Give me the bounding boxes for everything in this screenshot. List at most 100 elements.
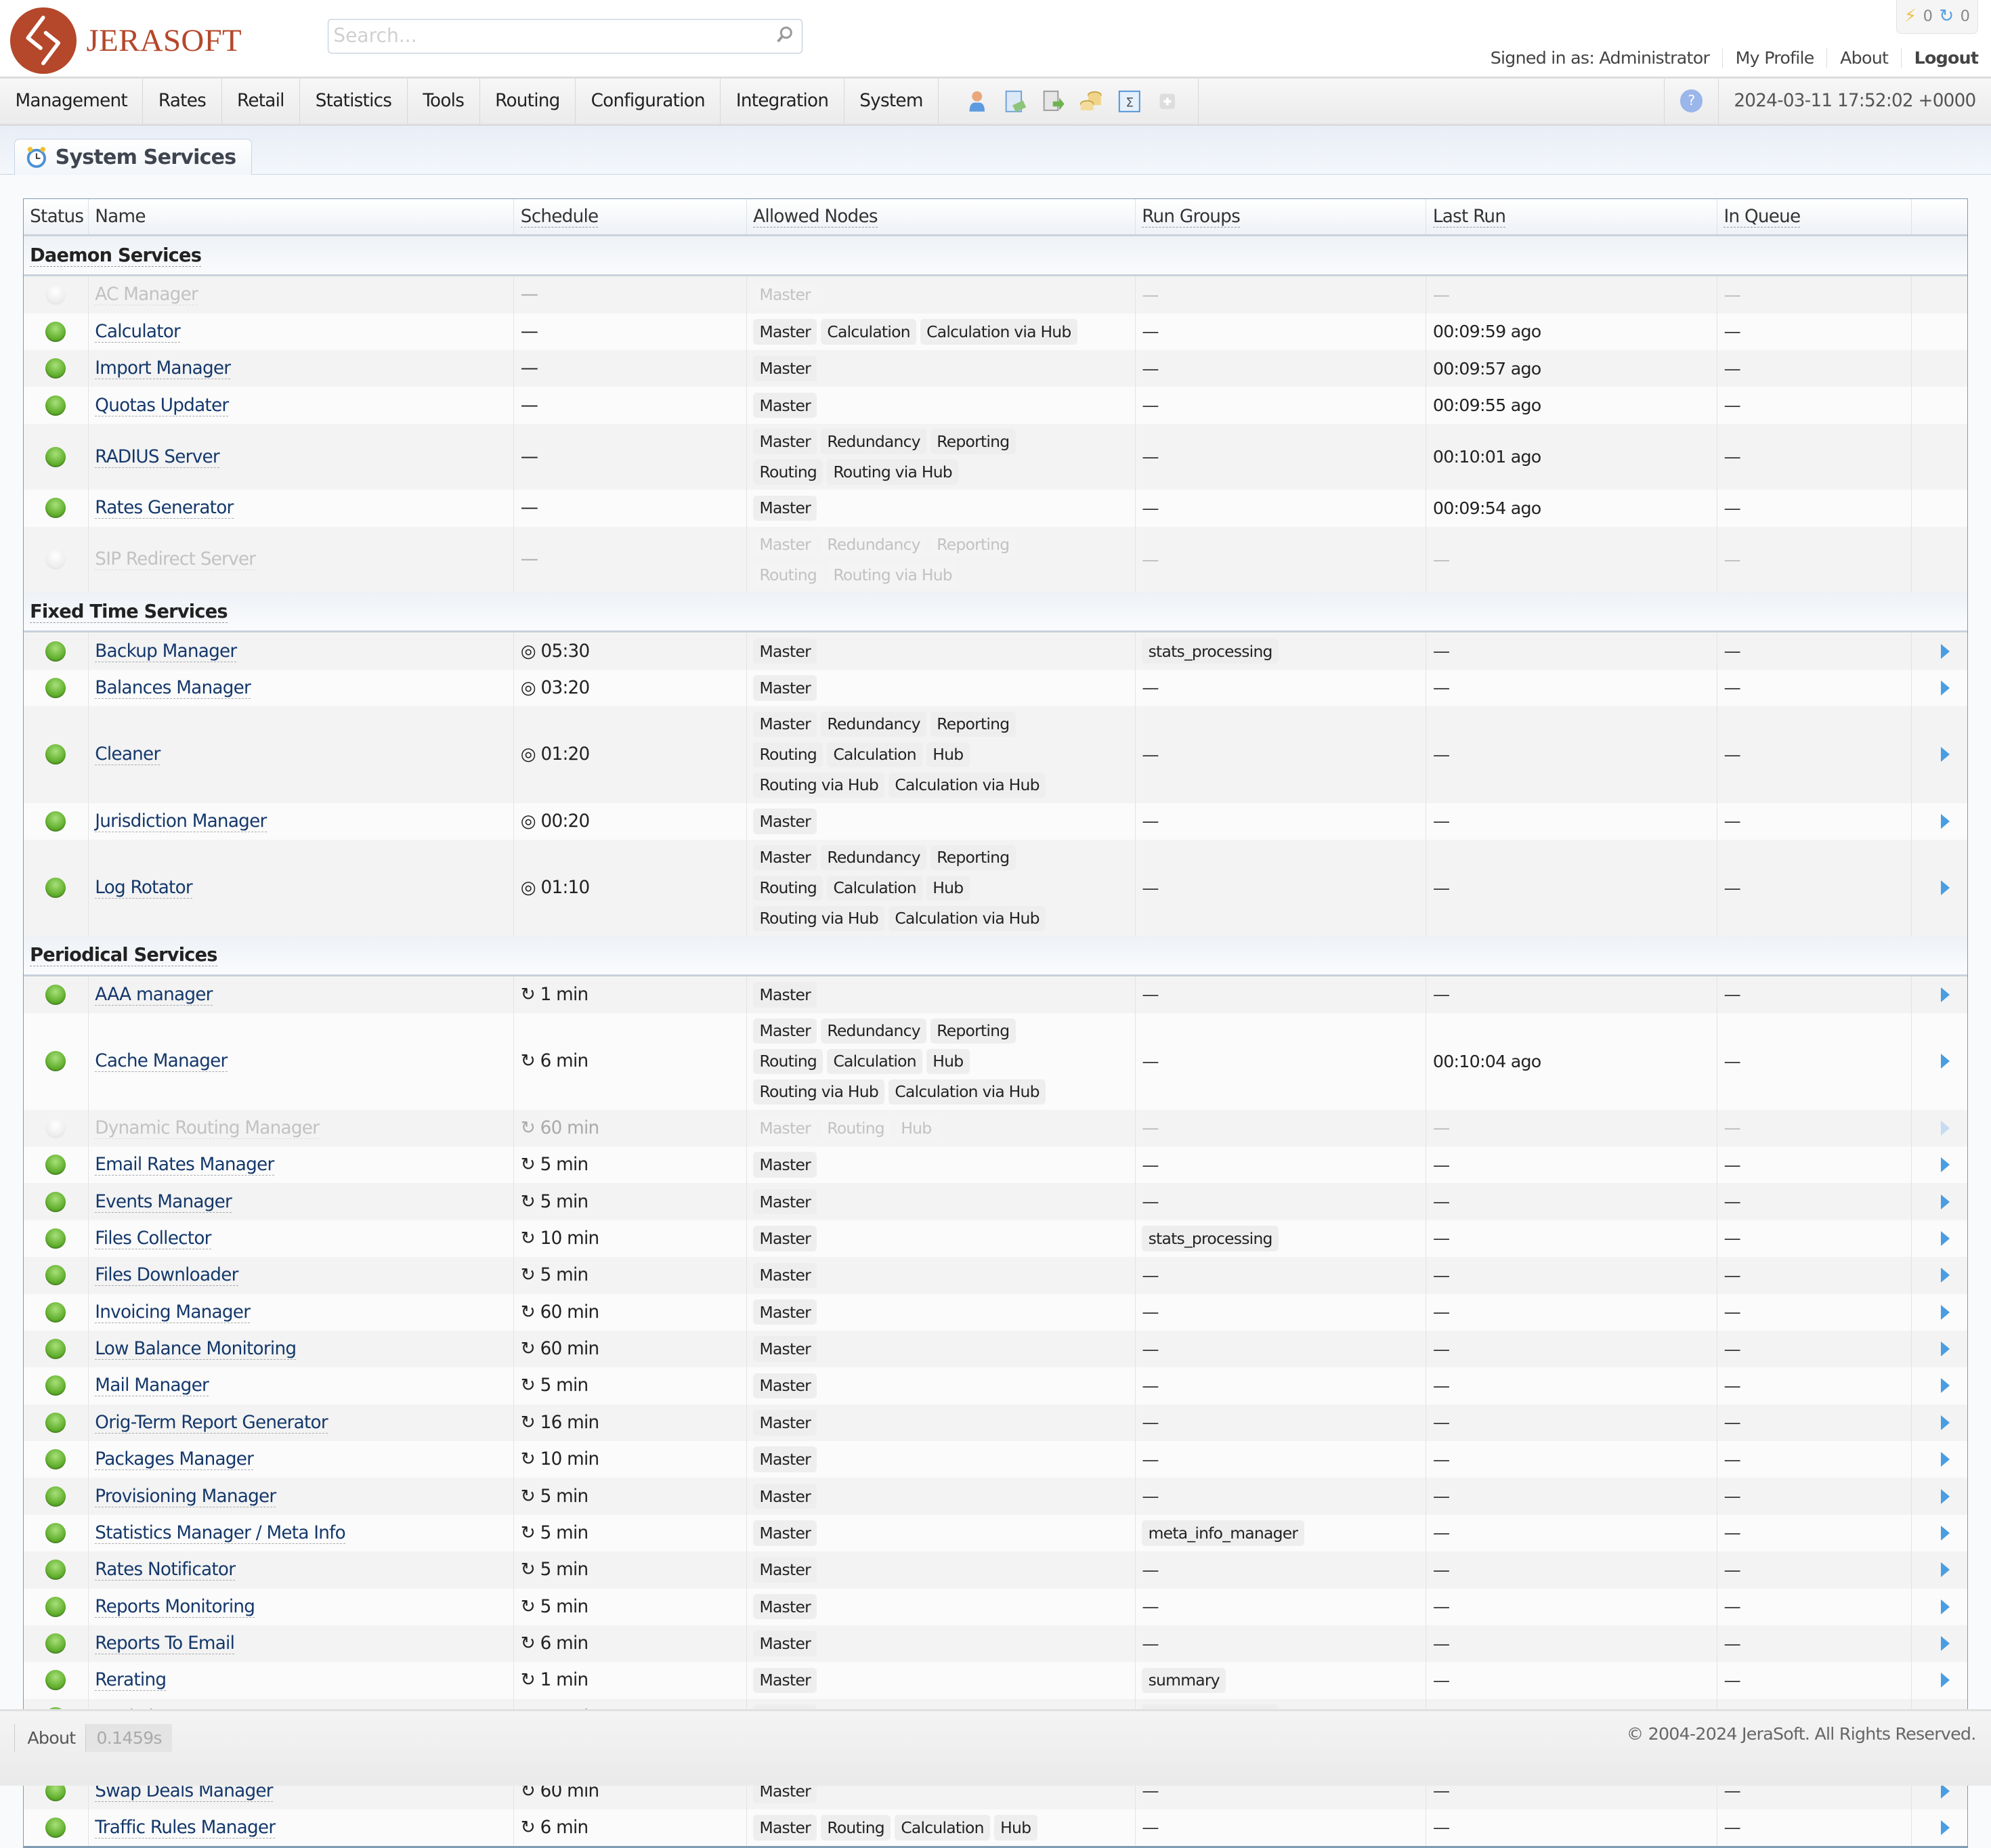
status-running-icon[interactable] — [45, 1302, 66, 1323]
run-service-arrow-icon[interactable] — [1941, 1562, 1950, 1577]
nav-rates[interactable]: Rates — [143, 79, 221, 125]
run-service-arrow-icon[interactable] — [1941, 1268, 1950, 1283]
service-name-link[interactable]: Statistics Manager / Meta Info — [95, 1523, 345, 1544]
status-running-icon[interactable] — [45, 1228, 66, 1249]
run-service-arrow-icon[interactable] — [1941, 1054, 1950, 1069]
run-service-arrow-icon[interactable] — [1941, 1341, 1950, 1356]
status-running-icon[interactable] — [45, 358, 66, 379]
status-running-icon[interactable] — [45, 1375, 66, 1396]
service-name-link[interactable]: Invoicing Manager — [95, 1302, 250, 1323]
status-running-icon[interactable] — [45, 498, 66, 518]
service-name-link[interactable]: Calculator — [95, 322, 180, 343]
run-service-arrow-icon[interactable] — [1941, 1415, 1950, 1430]
service-name-link[interactable]: Rates Generator — [95, 498, 233, 519]
status-running-icon[interactable] — [45, 1670, 66, 1690]
run-service-arrow-icon[interactable] — [1941, 1673, 1950, 1688]
status-running-icon[interactable] — [45, 1486, 66, 1507]
status-running-icon[interactable] — [45, 1818, 66, 1838]
service-name-link[interactable]: Email Rates Manager — [95, 1155, 274, 1176]
service-name-link[interactable]: Rerating — [95, 1670, 166, 1691]
service-name-link[interactable]: Quotas Updater — [95, 395, 228, 416]
col-in-queue[interactable]: In Queue — [1717, 199, 1912, 236]
sigma-report-icon[interactable]: Σ — [1117, 89, 1142, 114]
about-link[interactable]: About — [1826, 48, 1901, 68]
service-name-link[interactable]: Low Balance Monitoring — [95, 1339, 296, 1360]
service-name-link[interactable]: Orig-Term Report Generator — [95, 1413, 328, 1434]
nav-system[interactable]: System — [844, 79, 939, 125]
nav-retail[interactable]: Retail — [222, 79, 301, 125]
status-running-icon[interactable] — [45, 1597, 66, 1617]
status-running-icon[interactable] — [45, 811, 66, 832]
status-running-icon[interactable] — [45, 395, 66, 416]
nav-routing[interactable]: Routing — [480, 79, 576, 125]
status-running-icon[interactable] — [45, 641, 66, 662]
nav-statistics[interactable]: Statistics — [300, 79, 408, 125]
invoice-icon[interactable] — [1002, 89, 1028, 114]
run-service-arrow-icon[interactable] — [1941, 1231, 1950, 1246]
service-name-link[interactable]: Balances Manager — [95, 678, 251, 699]
status-running-icon[interactable] — [45, 1523, 66, 1543]
run-service-arrow-icon[interactable] — [1941, 1489, 1950, 1504]
service-name-link[interactable]: SIP Redirect Server — [95, 549, 255, 570]
status-running-icon[interactable] — [45, 1339, 66, 1359]
service-name-link[interactable]: Provisioning Manager — [95, 1486, 276, 1507]
nav-configuration[interactable]: Configuration — [576, 79, 721, 125]
search-icon[interactable] — [774, 25, 794, 45]
service-name-link[interactable]: Dynamic Routing Manager — [95, 1118, 319, 1139]
status-running-icon[interactable] — [45, 322, 66, 342]
service-name-link[interactable]: Cleaner — [95, 744, 160, 765]
coins-icon[interactable] — [1078, 89, 1104, 114]
status-running-icon[interactable] — [45, 1449, 66, 1469]
run-service-arrow-icon[interactable] — [1941, 987, 1950, 1002]
footer-about-link[interactable]: About — [14, 1724, 86, 1752]
status-running-icon[interactable] — [45, 1155, 66, 1175]
nav-integration[interactable]: Integration — [721, 79, 844, 125]
add-icon[interactable] — [1155, 89, 1180, 114]
user-icon[interactable] — [964, 89, 990, 114]
status-running-icon[interactable] — [45, 985, 66, 1005]
run-service-arrow-icon[interactable] — [1941, 747, 1950, 762]
run-service-arrow-icon[interactable] — [1941, 1599, 1950, 1614]
run-service-arrow-icon[interactable] — [1941, 1305, 1950, 1320]
status-stopped-icon[interactable] — [45, 1118, 66, 1138]
run-service-arrow-icon[interactable] — [1941, 1378, 1950, 1393]
run-service-arrow-icon[interactable] — [1941, 814, 1950, 829]
status-running-icon[interactable] — [45, 878, 66, 898]
section-title[interactable]: Periodical Services — [30, 945, 217, 966]
run-service-arrow-icon[interactable] — [1941, 1526, 1950, 1541]
status-running-icon[interactable] — [45, 1051, 66, 1071]
lightning-icon[interactable]: ⚡ — [1904, 6, 1917, 26]
service-name-link[interactable]: Traffic Rules Manager — [95, 1818, 275, 1839]
service-name-link[interactable]: Reports Monitoring — [95, 1597, 255, 1618]
status-running-icon[interactable] — [45, 1265, 66, 1285]
status-running-icon[interactable] — [45, 447, 66, 467]
run-service-arrow-icon[interactable] — [1941, 1157, 1950, 1172]
service-name-link[interactable]: Log Rotator — [95, 878, 192, 899]
service-name-link[interactable]: Reports To Email — [95, 1633, 234, 1654]
run-service-arrow-icon[interactable] — [1941, 644, 1950, 659]
service-name-link[interactable]: Mail Manager — [95, 1375, 209, 1396]
search-input[interactable] — [328, 20, 758, 51]
run-service-arrow-icon[interactable] — [1941, 1636, 1950, 1651]
my-profile-link[interactable]: My Profile — [1722, 48, 1827, 68]
col-last-run[interactable]: Last Run — [1426, 199, 1717, 236]
service-name-link[interactable]: Backup Manager — [95, 641, 236, 662]
section-title[interactable]: Fixed Time Services — [30, 601, 228, 623]
col-run-groups[interactable]: Run Groups — [1135, 199, 1426, 236]
service-name-link[interactable]: Jurisdiction Manager — [95, 811, 266, 832]
status-running-icon[interactable] — [45, 1560, 66, 1580]
sync-icon[interactable]: ↻ — [1939, 6, 1954, 26]
run-service-arrow-icon[interactable] — [1941, 1195, 1950, 1209]
service-name-link[interactable]: AC Manager — [95, 284, 198, 305]
service-name-link[interactable]: Cache Manager — [95, 1051, 227, 1072]
nav-tools[interactable]: Tools — [408, 79, 480, 125]
col-allowed-nodes[interactable]: Allowed Nodes — [746, 199, 1135, 236]
service-name-link[interactable]: Files Downloader — [95, 1265, 238, 1286]
section-title[interactable]: Daemon Services — [30, 245, 201, 267]
tab-system-services[interactable]: System Services — [14, 139, 252, 175]
service-name-link[interactable]: Import Manager — [95, 358, 230, 379]
status-running-icon[interactable] — [45, 678, 66, 698]
status-running-icon[interactable] — [45, 744, 66, 765]
service-name-link[interactable]: Events Manager — [95, 1192, 232, 1213]
run-service-arrow-icon[interactable] — [1941, 1452, 1950, 1467]
